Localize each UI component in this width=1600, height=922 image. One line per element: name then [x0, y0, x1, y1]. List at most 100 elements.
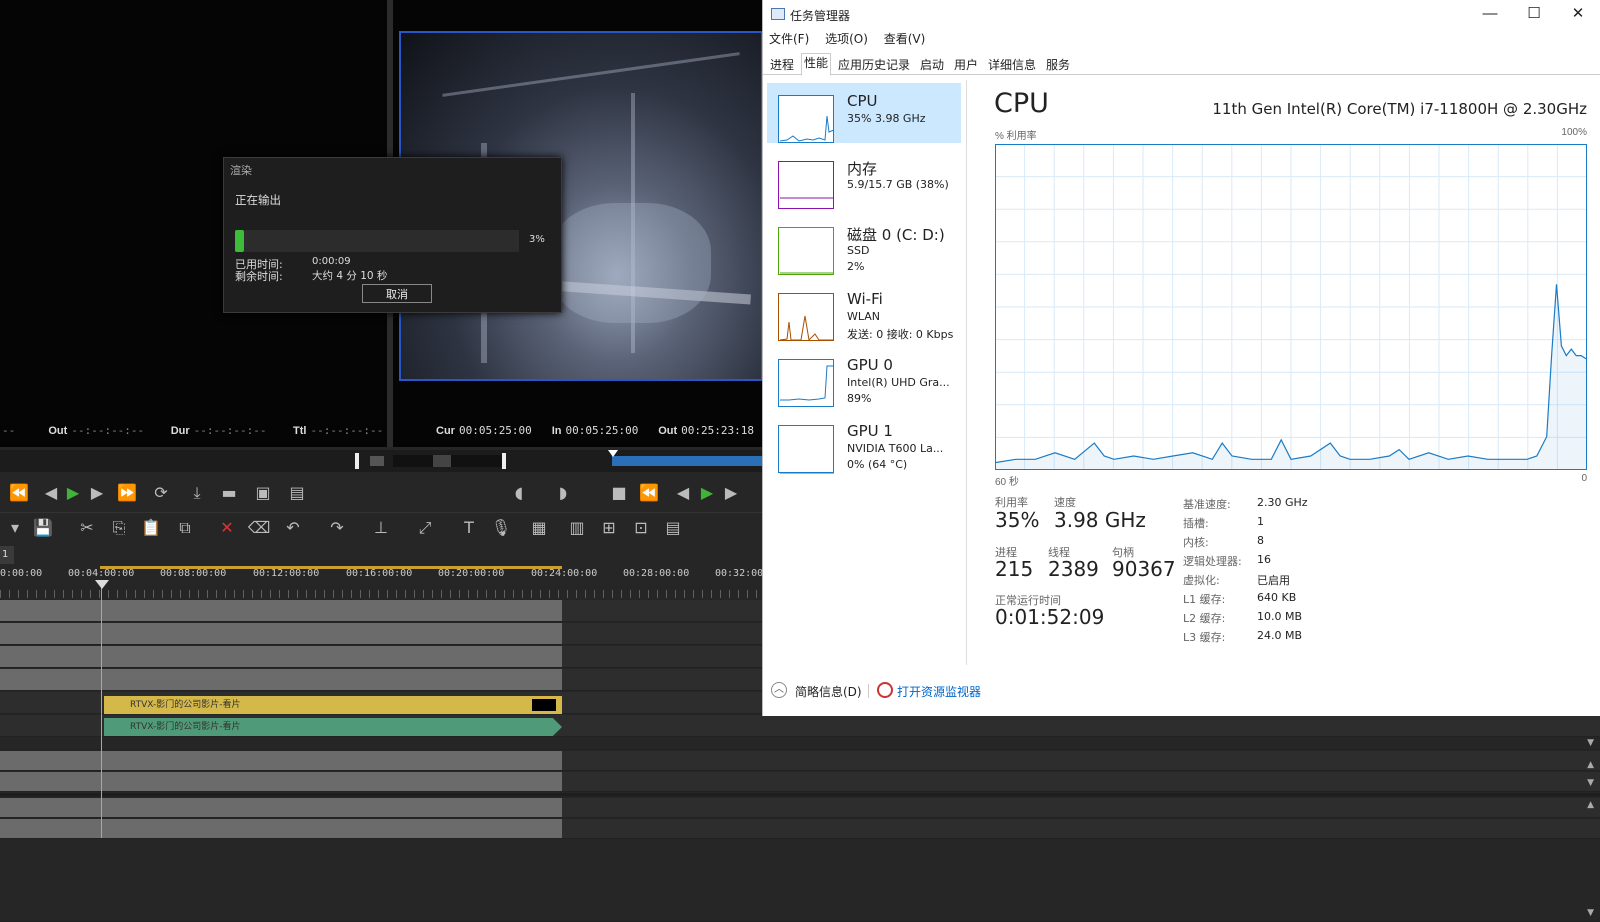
utilization-value: 35%: [995, 508, 1040, 532]
tab-users[interactable]: 用户: [951, 55, 981, 75]
spec-row: 内核: 8: [1183, 534, 1383, 553]
mark-in-icon[interactable]: ◖: [506, 478, 532, 508]
audio-clip[interactable]: RTVX-影门的公司影片-看片: [104, 718, 562, 736]
loop-icon[interactable]: ⟳: [148, 478, 174, 508]
resource-monitor-icon[interactable]: [877, 682, 893, 698]
storyboard-icon[interactable]: ▥: [564, 513, 590, 543]
scroll-up-icon[interactable]: ▲: [1587, 760, 1594, 770]
resource-item[interactable]: 磁盘 0 (C: D:) SSD 2%: [767, 215, 961, 275]
program-playhead-marker[interactable]: [608, 450, 618, 457]
menu-view[interactable]: 查看(V): [884, 32, 926, 46]
insert-icon[interactable]: ⤓: [184, 478, 210, 508]
program-step-forward-icon[interactable]: ▶: [718, 478, 744, 508]
playhead-handle[interactable]: [95, 580, 109, 589]
resource-item[interactable]: Wi-Fi WLAN 发送: 0 接收: 0 Kbps: [767, 281, 961, 342]
resource-item[interactable]: GPU 0 Intel(R) UHD Gra... 89%: [767, 347, 961, 407]
match-frame-icon[interactable]: ▣: [250, 478, 276, 508]
settings-grid-icon[interactable]: ▤: [660, 513, 686, 543]
timeline-track[interactable]: [0, 798, 1600, 818]
close-button[interactable]: ✕: [1556, 0, 1600, 30]
paste-icon[interactable]: 📋: [138, 513, 164, 543]
scroll-down-icon[interactable]: ▼: [1587, 908, 1594, 918]
resource-detail: 89%: [847, 392, 872, 405]
stop-icon[interactable]: ■: [606, 478, 632, 508]
scroll-down-icon[interactable]: ▼: [1587, 778, 1594, 788]
track-empty-area[interactable]: [0, 840, 1600, 922]
cut-icon[interactable]: ✂: [74, 513, 100, 543]
scroll-up-icon[interactable]: ▲: [1587, 800, 1594, 810]
audio-clip-label: RTVX-影门的公司影片-看片: [130, 722, 241, 732]
program-step-back-icon[interactable]: ◀: [670, 478, 696, 508]
program-play-icon[interactable]: ▶: [694, 478, 720, 508]
fewer-details-link[interactable]: 简略信息(D): [795, 683, 862, 700]
ruler-label: 00:32:00: [715, 568, 764, 579]
redo-icon[interactable]: ↷: [324, 513, 350, 543]
spec-key: L3 缓存:: [1183, 631, 1226, 644]
resource-item[interactable]: CPU 35% 3.98 GHz: [767, 83, 961, 143]
spec-row: 基准速度: 2.30 GHz: [1183, 496, 1383, 515]
video-clip[interactable]: RTVX-影门的公司影片-看片: [104, 696, 562, 714]
add-edit-icon[interactable]: ⊥: [368, 513, 394, 543]
scrubber-bar[interactable]: [0, 450, 763, 472]
tab-performance[interactable]: 性能: [801, 53, 832, 76]
menu-file[interactable]: 文件(F): [769, 32, 809, 46]
maximize-button[interactable]: ☐: [1512, 0, 1556, 30]
program-scrub-handle[interactable]: [502, 453, 506, 469]
tab-processes[interactable]: 进程: [767, 55, 797, 75]
snapshot-icon[interactable]: ⊡: [628, 513, 654, 543]
spec-value: 640 KB: [1257, 591, 1297, 604]
resource-detail: SSD: [847, 244, 870, 257]
copy-icon[interactable]: ⎘: [106, 513, 132, 543]
jog-track[interactable]: [393, 455, 503, 467]
save-icon[interactable]: 💾: [30, 513, 56, 543]
fast-forward-icon[interactable]: ⏩: [114, 478, 140, 508]
spec-key: L1 缓存:: [1183, 593, 1226, 606]
menu-icon[interactable]: ▾: [2, 513, 28, 543]
trim-icon[interactable]: ⤢: [412, 513, 438, 543]
mark-out-icon[interactable]: ◗: [550, 478, 576, 508]
tab-app-history[interactable]: 应用历史记录: [835, 55, 913, 75]
audio-mixer-icon[interactable]: ▦: [526, 513, 552, 543]
program-position-bar[interactable]: [612, 456, 763, 466]
resource-detail: 35% 3.98 GHz: [847, 112, 926, 125]
timeline-track[interactable]: [0, 772, 1600, 792]
footer-divider: [868, 684, 869, 698]
source-scrub-handle[interactable]: [355, 453, 359, 469]
resource-thumbnail-graph: [778, 359, 834, 407]
source-play-icon[interactable]: ▶: [60, 478, 86, 508]
cancel-button[interactable]: 取消: [362, 284, 432, 303]
timeline-ruler[interactable]: 0:00:00 00:04:00:00 00:08:00:00 00:12:00…: [0, 566, 763, 600]
scroll-down-icon[interactable]: ▼: [1587, 738, 1594, 748]
resource-item[interactable]: 内存 5.9/15.7 GB (38%): [767, 149, 961, 209]
chevron-up-icon[interactable]: ︿: [771, 682, 787, 698]
ripple-delete-icon[interactable]: ⌫: [246, 513, 272, 543]
link-icon[interactable]: [370, 456, 384, 466]
voiceover-icon[interactable]: 🎙: [488, 513, 514, 543]
prg-cur-value: 00:05:25:00: [458, 424, 532, 437]
sequence-tab[interactable]: 1: [0, 546, 14, 564]
title-icon[interactable]: T: [456, 513, 482, 543]
paste-special-icon[interactable]: ⧉: [172, 513, 198, 543]
tab-details[interactable]: 详细信息: [985, 55, 1039, 75]
delete-icon[interactable]: ✕: [214, 513, 240, 543]
render-dialog-title: 渲染: [230, 164, 252, 177]
program-rewind-icon[interactable]: ⏪: [636, 478, 662, 508]
rewind-icon[interactable]: ⏪: [6, 478, 32, 508]
resource-item[interactable]: GPU 1 NVIDIA T600 La... 0% (64 °C): [767, 413, 961, 474]
timeline-playhead[interactable]: [101, 580, 102, 838]
minimize-button[interactable]: —: [1468, 0, 1512, 30]
footer: ︿ 简略信息(D) 打开资源监视器: [763, 668, 1600, 716]
step-forward-icon[interactable]: ▶: [84, 478, 110, 508]
timeline-track[interactable]: [0, 751, 1600, 771]
title-bar[interactable]: 任务管理器 — ☐ ✕: [763, 0, 1600, 30]
undo-icon[interactable]: ↶: [280, 513, 306, 543]
timeline-track[interactable]: [0, 819, 1600, 839]
tab-startup[interactable]: 启动: [917, 55, 947, 75]
menu-options[interactable]: 选项(O): [825, 32, 868, 46]
tab-services[interactable]: 服务: [1043, 55, 1073, 75]
open-resource-monitor-link[interactable]: 打开资源监视器: [897, 683, 981, 700]
source-export-icon[interactable]: ▤: [284, 478, 310, 508]
overwrite-icon[interactable]: ▬: [216, 478, 242, 508]
mixer-icon[interactable]: ⊞: [596, 513, 622, 543]
track-gap: [0, 793, 1600, 797]
